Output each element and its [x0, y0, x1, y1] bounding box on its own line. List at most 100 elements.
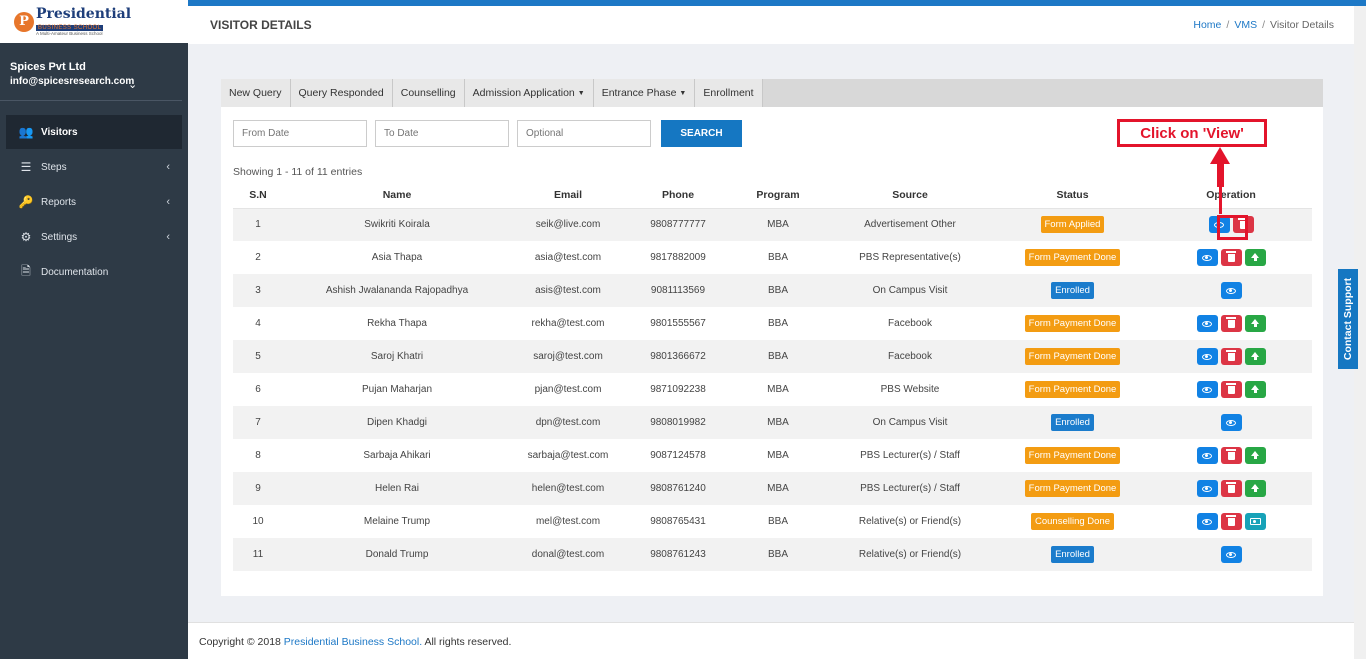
annotation-arrow-shaft: [1217, 163, 1224, 187]
eye-icon: [1202, 518, 1212, 525]
to-date-input[interactable]: [375, 120, 509, 147]
cell-email: saroj@test.com: [511, 340, 625, 373]
column-header[interactable]: Phone: [625, 183, 731, 209]
column-header[interactable]: Email: [511, 183, 625, 209]
sidebar-item-reports[interactable]: 🔑 Reports ‹: [6, 185, 182, 219]
delete-button[interactable]: [1220, 480, 1242, 497]
view-button[interactable]: [1196, 513, 1218, 530]
cell-phone: 9081113569: [625, 274, 731, 307]
column-header[interactable]: Name: [283, 183, 511, 209]
cell-sn: 11: [233, 538, 283, 571]
cell-sn: 7: [233, 406, 283, 439]
cell-program: BBA: [731, 340, 825, 373]
visitors-table: S.N Name Email Phone Program Source Stat…: [233, 183, 1312, 571]
breadcrumb-vms[interactable]: VMS: [1234, 19, 1257, 31]
delete-button[interactable]: [1220, 447, 1242, 464]
column-header[interactable]: S.N: [233, 183, 283, 209]
tab-admission-application[interactable]: Admission Application ▼: [464, 79, 594, 107]
trash-icon: [1226, 383, 1236, 394]
cell-email: pjan@test.com: [511, 373, 625, 406]
status-badge: Form Payment Done: [1024, 480, 1121, 497]
payment-button[interactable]: [1244, 513, 1266, 530]
chevron-down-icon[interactable]: ⌄: [128, 78, 137, 91]
sidebar-item-settings[interactable]: ⚙ Settings ‹: [6, 220, 182, 254]
view-button[interactable]: [1196, 315, 1218, 332]
cell-program: BBA: [731, 307, 825, 340]
view-button[interactable]: [1196, 249, 1218, 266]
cell-email: helen@test.com: [511, 472, 625, 505]
cell-phone: 9808765431: [625, 505, 731, 538]
view-button[interactable]: [1220, 282, 1242, 299]
upload-button[interactable]: [1244, 249, 1266, 266]
user-email: info@spicesresearch.com: [10, 76, 135, 87]
tab-new-query[interactable]: New Query: [221, 79, 291, 107]
delete-button[interactable]: [1220, 381, 1242, 398]
cell-name: Rekha Thapa: [283, 307, 511, 340]
row-operations: [1196, 348, 1266, 365]
column-header[interactable]: Source: [825, 183, 995, 209]
tab-entrance-phase[interactable]: Entrance Phase ▼: [593, 79, 696, 107]
logo[interactable]: P Presidential BUSINESS SCHOOL A Multi-A…: [0, 0, 188, 43]
from-date-input[interactable]: [233, 120, 367, 147]
row-operations: [1196, 249, 1266, 266]
upload-button[interactable]: [1244, 381, 1266, 398]
trash-icon: [1226, 251, 1236, 262]
cell-program: BBA: [731, 538, 825, 571]
cell-sn: 3: [233, 274, 283, 307]
breadcrumb-home[interactable]: Home: [1193, 19, 1221, 31]
gear-icon: ⚙: [20, 230, 32, 244]
upload-button[interactable]: [1244, 315, 1266, 332]
eye-icon: [1202, 485, 1212, 492]
table-row: 6 Pujan Maharjan pjan@test.com 9871092238 MB…: [233, 373, 1312, 406]
sidebar-item-documentation[interactable]: 🗎 Documentation: [6, 255, 182, 289]
row-operations: [1196, 513, 1266, 530]
sidebar-item-label: Documentation: [41, 266, 109, 278]
upload-button[interactable]: [1244, 480, 1266, 497]
search-button[interactable]: SEARCH: [661, 120, 742, 147]
cell-source: PBS Representative(s): [825, 241, 995, 274]
delete-button[interactable]: [1220, 513, 1242, 530]
cell-source: PBS Lecturer(s) / Staff: [825, 439, 995, 472]
user-profile[interactable]: Spices Pvt Ltd info@spicesresearch.com ⌄: [0, 43, 182, 101]
view-button[interactable]: [1196, 480, 1218, 497]
view-button[interactable]: [1220, 414, 1242, 431]
key-icon: 🔑: [18, 195, 34, 209]
tab-counselling[interactable]: Counselling: [392, 79, 465, 107]
tab-query-responded[interactable]: Query Responded: [290, 79, 393, 107]
row-operations: [1196, 447, 1266, 464]
cell-source: Advertisement Other: [825, 208, 995, 241]
cell-program: MBA: [731, 373, 825, 406]
breadcrumb-separator: /: [1262, 19, 1265, 31]
view-button[interactable]: [1196, 447, 1218, 464]
optional-input[interactable]: [517, 120, 651, 147]
upload-button[interactable]: [1244, 348, 1266, 365]
view-button[interactable]: [1196, 381, 1218, 398]
delete-button[interactable]: [1220, 249, 1242, 266]
delete-button[interactable]: [1220, 315, 1242, 332]
contact-support-tab[interactable]: Contact Support: [1338, 269, 1358, 369]
logo-title: Presidential: [36, 5, 132, 22]
cell-source: PBS Lecturer(s) / Staff: [825, 472, 995, 505]
delete-button[interactable]: [1220, 348, 1242, 365]
upload-icon: [1251, 451, 1259, 459]
status-badge: Form Payment Done: [1024, 447, 1121, 464]
sidebar-item-visitors[interactable]: 👥 Visitors: [6, 115, 182, 149]
view-button[interactable]: [1196, 348, 1218, 365]
eye-icon: [1202, 452, 1212, 459]
sidebar-item-steps[interactable]: ☰ Steps ‹: [6, 150, 182, 184]
page-header: VISITOR DETAILS Home / VMS / Visitor Details: [188, 6, 1354, 44]
footer-link[interactable]: Presidential Business School.: [284, 636, 422, 648]
annotation-highlight-box: [1217, 215, 1248, 240]
tab-enrollment[interactable]: Enrollment: [695, 79, 763, 107]
chevron-left-icon: ‹: [166, 196, 170, 208]
column-header[interactable]: Program: [731, 183, 825, 209]
cell-phone: 9801555567: [625, 307, 731, 340]
column-header[interactable]: Status: [995, 183, 1150, 209]
trash-icon: [1226, 449, 1236, 460]
table-header-row: S.N Name Email Phone Program Source Stat…: [233, 183, 1312, 209]
table-row: 3 Ashish Jwalananda Rajopadhya asis@test.c…: [233, 274, 1312, 307]
view-button[interactable]: [1220, 546, 1242, 563]
upload-button[interactable]: [1244, 447, 1266, 464]
table-row: 8 Sarbaja Ahikari sarbaja@test.com 90871245…: [233, 439, 1312, 472]
cell-sn: 5: [233, 340, 283, 373]
